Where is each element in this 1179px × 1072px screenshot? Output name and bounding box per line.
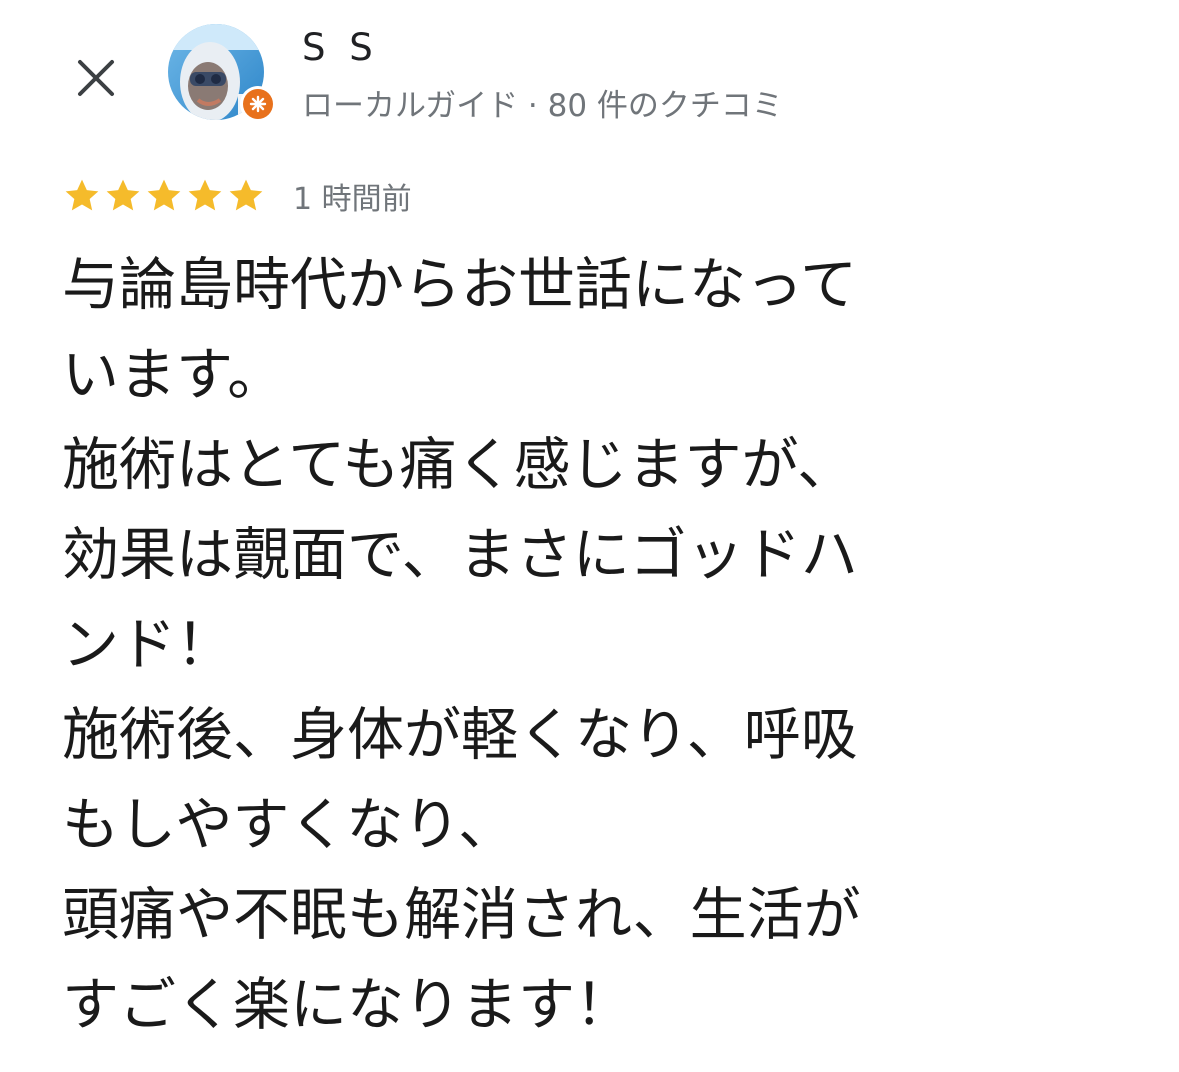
review-line: ンド！ [62, 612, 233, 678]
close-button[interactable] [62, 44, 130, 112]
review-text: 与論島時代からお世話になって います。施術はとても痛く感じますが、 効果は覿面で、ま… [62, 240, 1142, 1050]
star-rating [62, 176, 267, 216]
local-guide-star-icon [249, 95, 267, 113]
review-line: 施術はとても痛く感じますが、 [62, 432, 855, 498]
badge-background [243, 89, 273, 119]
star-icon [106, 179, 140, 211]
local-guide-badge [240, 86, 276, 122]
review-line: います。 [62, 342, 285, 408]
reviewer-name[interactable]: S S [302, 26, 379, 69]
review-line: 施術後、身体が軽くなり、呼吸 [62, 702, 858, 768]
review-line: もしやすくなり、 [62, 792, 516, 858]
star-icon [147, 179, 181, 211]
star-icon [229, 179, 263, 211]
review-line: 効果は覿面で、まさにゴッドハ [62, 522, 858, 588]
rating-row: 1 時間前 [62, 174, 412, 218]
review-header: S S ローカルガイド · 80 件のクチコミ [0, 0, 1179, 150]
review-line: すごく楽になります！ [62, 972, 632, 1038]
reviewer-meta: ローカルガイド · 80 件のクチコミ [302, 88, 783, 124]
avatar-container [168, 24, 276, 124]
review-time: 1 時間前 [293, 182, 412, 217]
close-icon [78, 60, 114, 96]
review-line: 与論島時代からお世話になって [62, 252, 858, 318]
star-icon [65, 179, 99, 211]
review-line: 頭痛や不眠も解消され、生活が [62, 882, 861, 948]
star-icon [188, 179, 222, 211]
